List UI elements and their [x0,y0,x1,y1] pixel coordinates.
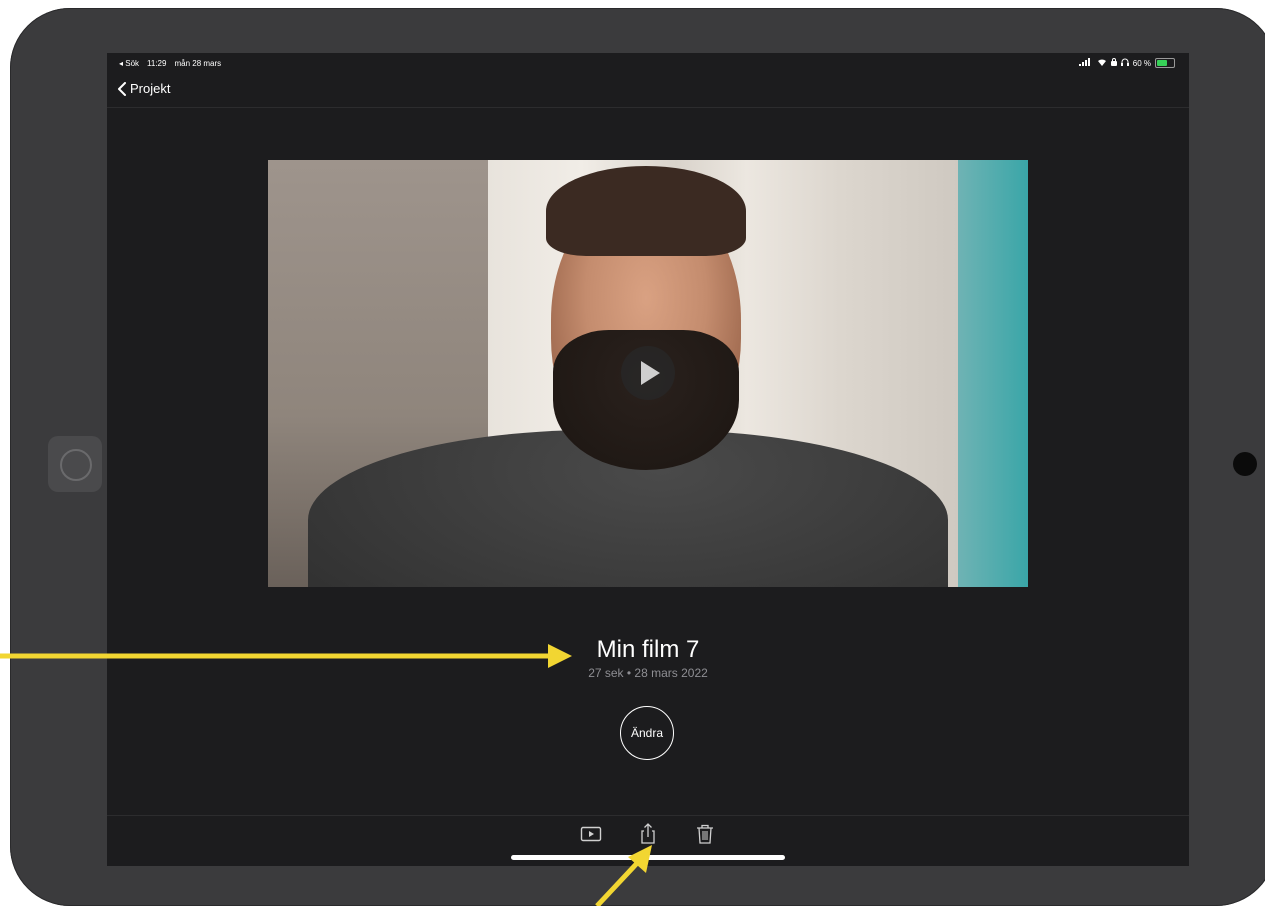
chevron-left-icon [118,81,126,96]
play-button[interactable] [621,346,675,400]
back-button-label: Projekt [130,81,171,96]
home-button-ring [60,449,92,481]
back-button[interactable]: Projekt [117,81,170,96]
edit-button[interactable]: Ändra [620,706,674,760]
project-meta: 27 sek • 28 mars 2022 [588,666,708,680]
wifi-icon [1097,58,1107,68]
ipad-screen: ◂ Sök 11:29 mån 28 mars 60 % Projekt Min… [107,53,1189,866]
share-icon[interactable] [636,822,660,846]
video-subject-hair [546,166,746,256]
battery-percent: 60 % [1132,58,1151,68]
navigation-bar: Projekt [107,73,1189,108]
status-bar: ◂ Sök 11:29 mån 28 mars 60 % [107,53,1189,73]
lock-rotation-icon [1110,58,1117,68]
video-preview[interactable] [268,160,1028,587]
play-preview-icon[interactable] [579,822,603,846]
front-camera [1233,452,1257,476]
back-to-app-link[interactable]: ◂ Sök [119,59,139,68]
trash-icon[interactable] [693,822,717,846]
home-button[interactable] [48,436,102,492]
edit-button-label: Ändra [630,726,664,740]
headphones-icon [1120,58,1129,68]
status-date: mån 28 mars [174,59,222,68]
project-info: Min film 7 27 sek • 28 mars 2022 [107,636,1189,680]
home-indicator[interactable] [511,855,785,860]
project-title: Min film 7 [596,636,700,663]
status-time: 11:29 [147,59,167,68]
signal-icon [1078,58,1093,68]
battery-charging-icon [1155,58,1175,68]
play-icon [641,361,660,385]
video-background-teal [958,160,1028,587]
